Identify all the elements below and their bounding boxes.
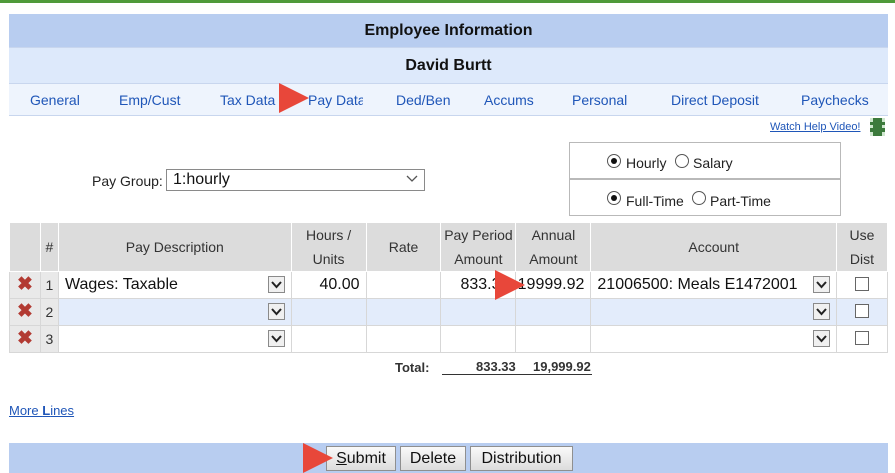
header-annual-amount: Annual Amount [515, 222, 592, 272]
header-account: Account [590, 222, 837, 272]
tab-emp-cust[interactable]: Emp/Cust [119, 92, 180, 108]
hours-input[interactable] [290, 298, 367, 326]
use-dist-checkbox[interactable] [854, 330, 869, 345]
page-title: Employee Information [9, 14, 888, 47]
total-label: Total: [395, 360, 430, 375]
use-dist-cell [835, 271, 889, 299]
tab-accums[interactable]: Accums [484, 92, 534, 108]
full-time-label: Full-Time [626, 193, 684, 209]
table-row: ✖ 1 Wages: Taxable 40.00 833.33 19999.92… [9, 271, 889, 299]
use-dist-checkbox[interactable] [854, 276, 869, 291]
annual-amount-input[interactable]: 19999.92 [515, 271, 592, 299]
delete-button[interactable]: Delete [400, 446, 466, 471]
annual-amount-input[interactable] [515, 298, 592, 326]
annotation-arrow-pay-data [279, 83, 309, 113]
table-row: ✖ 3 [9, 325, 889, 353]
chevron-down-icon[interactable] [267, 303, 285, 320]
chevron-down-icon[interactable] [812, 276, 830, 293]
pay-description-select[interactable] [57, 298, 292, 326]
tab-pay-data[interactable]: Pay Data [308, 92, 363, 108]
chevron-down-icon[interactable] [267, 330, 285, 347]
account-select[interactable] [590, 325, 837, 353]
watch-help-video-link[interactable]: Watch Help Video! [770, 121, 861, 133]
hourly-label: Hourly [626, 155, 667, 171]
annotation-arrow-annual-amount [495, 270, 525, 300]
salary-label: Salary [693, 155, 733, 171]
row-number: 3 [39, 325, 59, 353]
row-number: 2 [39, 298, 59, 326]
employment-type-group: Full-Time Part-Time [569, 179, 841, 216]
total-pay-period: 833.33 [476, 359, 516, 374]
tab-direct-deposit[interactable]: Direct Deposit [671, 92, 759, 108]
account-value: 21006500: Meals E1472001 [597, 276, 798, 293]
pay-type-group: Hourly Salary [569, 142, 841, 179]
header-delete [9, 222, 41, 272]
chevron-down-icon [406, 175, 418, 182]
tab-bar: General Emp/Cust Tax Data Pay Data Ded/B… [9, 83, 888, 116]
salary-radio[interactable] [675, 154, 689, 168]
delete-x-icon: ✖ [17, 301, 33, 322]
pay-group-label: Pay Group: [92, 173, 163, 189]
pay-period-amount-input[interactable] [440, 298, 517, 326]
pay-group-value: 1:hourly [173, 171, 230, 188]
part-time-radio[interactable] [692, 191, 706, 205]
header-pay-period-amount: Pay Period Amount [440, 222, 517, 272]
tab-paychecks[interactable]: Paychecks [801, 92, 869, 108]
total-annual: 19,999.92 [533, 359, 591, 374]
submit-button[interactable]: Submit [326, 446, 396, 471]
header-use-dist: Use Dist [835, 222, 889, 272]
top-accent-line [0, 0, 895, 3]
chevron-down-icon[interactable] [812, 303, 830, 320]
header-hours-units: Hours / Units [290, 222, 367, 272]
annual-amount-input[interactable] [515, 325, 592, 353]
header-num: # [39, 222, 59, 272]
tab-general[interactable]: General [30, 92, 80, 108]
account-select[interactable] [590, 298, 837, 326]
pay-description-select[interactable]: Wages: Taxable [57, 271, 292, 299]
pay-period-amount-input[interactable] [440, 325, 517, 353]
tab-tax-data[interactable]: Tax Data [220, 92, 275, 108]
delete-row-button[interactable]: ✖ [9, 298, 41, 326]
pay-description-value: Wages: Taxable [64, 276, 178, 293]
pay-lines-table: # Pay Description Hours / Units Rate Pay … [9, 222, 889, 353]
table-row: ✖ 2 [9, 298, 889, 326]
hourly-radio[interactable] [607, 154, 621, 168]
tab-personal[interactable]: Personal [572, 92, 627, 108]
pay-group-select[interactable]: 1:hourly [166, 169, 425, 191]
distribution-button[interactable]: Distribution [470, 446, 573, 471]
rate-input[interactable] [365, 271, 442, 299]
delete-x-icon: ✖ [17, 328, 33, 349]
use-dist-checkbox[interactable] [854, 303, 869, 318]
delete-row-button[interactable]: ✖ [9, 271, 41, 299]
employee-name: David Burtt [9, 47, 888, 83]
hours-input[interactable]: 40.00 [290, 271, 367, 299]
use-dist-cell [835, 298, 889, 326]
tab-ded-ben[interactable]: Ded/Ben [396, 92, 450, 108]
rate-input[interactable] [365, 325, 442, 353]
full-time-radio[interactable] [607, 191, 621, 205]
row-number: 1 [39, 271, 59, 299]
table-header-row: # Pay Description Hours / Units Rate Pay … [9, 222, 889, 272]
account-select[interactable]: 21006500: Meals E1472001 [590, 271, 837, 299]
pay-description-select[interactable] [57, 325, 292, 353]
header-pay-description: Pay Description [57, 222, 292, 272]
delete-x-icon: ✖ [17, 274, 33, 295]
part-time-label: Part-Time [710, 193, 771, 209]
header-rate: Rate [365, 222, 442, 272]
rate-input[interactable] [365, 298, 442, 326]
delete-row-button[interactable]: ✖ [9, 325, 41, 353]
film-icon[interactable] [870, 118, 885, 136]
use-dist-cell [835, 325, 889, 353]
chevron-down-icon[interactable] [267, 276, 285, 293]
annotation-arrow-submit [303, 443, 333, 473]
chevron-down-icon[interactable] [812, 330, 830, 347]
hours-input[interactable] [290, 325, 367, 353]
more-lines-link[interactable]: More Lines [9, 403, 74, 418]
